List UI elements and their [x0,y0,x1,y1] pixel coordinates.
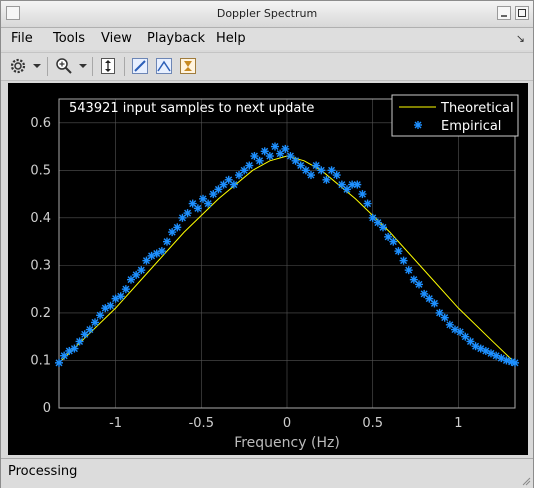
empirical-data-point [415,280,423,289]
toolbar-separator [47,57,48,76]
y-tick-label: 0.3 [30,258,51,273]
resize-grip-icon[interactable] [521,476,531,486]
highlight-icon [132,58,148,74]
empirical-data-point [96,311,105,320]
x-tick-label: 0 [283,416,291,431]
zoom-in-icon [56,58,72,74]
empirical-data-point [75,337,84,346]
menu-bar: File Tools View Playback Help ↘ [1,28,533,50]
empirical-data-point [394,247,403,256]
dropdown-arrow-icon [79,64,87,68]
dropdown-arrow-icon [33,64,41,68]
empirical-data-point [245,161,254,170]
empirical-data-point [183,209,192,218]
empirical-data-point [85,325,94,334]
toolbar-separator [92,57,93,76]
doppler-spectrum-plot[interactable]: -1 -0.5 0 0.5 1 0 0.1 0.2 0.3 0.4 0.5 0.6 Frequency … [8,83,528,455]
empirical-data-point [229,180,238,189]
window-title: Doppler Spectrum [216,7,318,20]
y-tick-label: 0.5 [30,163,51,178]
menu-view[interactable]: View [101,31,132,46]
y-tick-label: 0 [43,401,51,416]
menu-playback[interactable]: Playback [147,31,205,46]
status-text: Processing [8,464,78,479]
empirical-data-point [511,358,519,367]
x-tick-label: -1 [109,416,122,431]
fit-to-view-button[interactable] [97,56,119,76]
toolbar-separator [124,57,125,76]
zoom-button[interactable] [53,56,75,76]
legend-empirical-label: Empirical [441,119,501,134]
status-bar: Processing [1,458,533,488]
empirical-data-point [317,166,326,175]
empirical-data-point [322,175,331,184]
y-tick-label: 0.6 [30,116,51,131]
empirical-data-point [121,285,130,294]
empirical-data-point [157,247,166,256]
menu-help[interactable]: Help [216,31,246,46]
empirical-data-point [430,299,439,308]
y-tick-label: 0.1 [30,353,51,368]
x-tick-label: 0.5 [362,416,383,431]
measurement-icon [180,58,196,74]
empirical-data-point [389,237,398,246]
empirical-data-point [91,318,99,327]
gear-icon [10,58,26,74]
empirical-data-point [116,292,125,301]
undock-icon[interactable]: ↘ [516,32,525,45]
legend-empirical-swatch [414,121,422,129]
minimize-button[interactable] [497,6,511,20]
empirical-data-point [271,142,279,151]
application-window: Doppler Spectrum File Tools View Playbac… [0,0,534,488]
settings-dropdown[interactable] [31,56,43,76]
toolbar [1,52,533,81]
peak-finder-icon [156,58,172,74]
empirical-data-point [255,156,264,165]
x-tick-label: -0.5 [189,416,214,431]
empirical-data-point [106,301,115,310]
y-tick-label: 0.2 [30,306,51,321]
zoom-dropdown[interactable] [77,56,89,76]
samples-to-update-annotation: 543921 input samples to next update [69,101,314,116]
empirical-data-point [399,256,408,265]
empirical-data-point [363,199,372,208]
title-bar[interactable]: Doppler Spectrum [1,1,533,28]
empirical-data-point [440,313,449,322]
empirical-data-point [193,204,202,213]
fit-to-view-icon [101,58,115,74]
empirical-data-point [281,144,290,153]
empirical-data-point [358,190,367,199]
empirical-data-point [173,223,182,232]
menu-tools[interactable]: Tools [53,31,85,46]
empirical-data-point [353,180,362,189]
empirical-data-point [307,171,315,180]
y-tick-label: 0.4 [30,211,51,226]
highlight-button[interactable] [129,56,151,76]
peak-finder-button[interactable] [153,56,175,76]
settings-button[interactable] [7,56,29,76]
empirical-data-point [265,152,274,161]
legend-theoretical-label: Theoretical [440,101,514,116]
minimize-icon [501,15,507,17]
maximize-button[interactable] [515,6,529,20]
plot-panel: -1 -0.5 0 0.5 1 0 0.1 0.2 0.3 0.4 0.5 0.6 Frequency … [8,83,528,455]
empirical-data-point [163,237,171,246]
maximize-icon [518,9,526,17]
menu-file[interactable]: File [11,31,33,46]
x-axis-label: Frequency (Hz) [234,435,340,451]
empirical-data-point [70,344,79,353]
x-tick-label: 1 [454,416,462,431]
empirical-data-point [379,223,387,232]
legend: Theoretical Empirical [391,94,519,137]
measurement-button[interactable] [177,56,199,76]
empirical-data-point [204,199,213,208]
empirical-data-point [55,358,63,367]
empirical-data-point [137,266,146,275]
empirical-data-point [332,171,341,180]
empirical-data-point [404,266,413,275]
